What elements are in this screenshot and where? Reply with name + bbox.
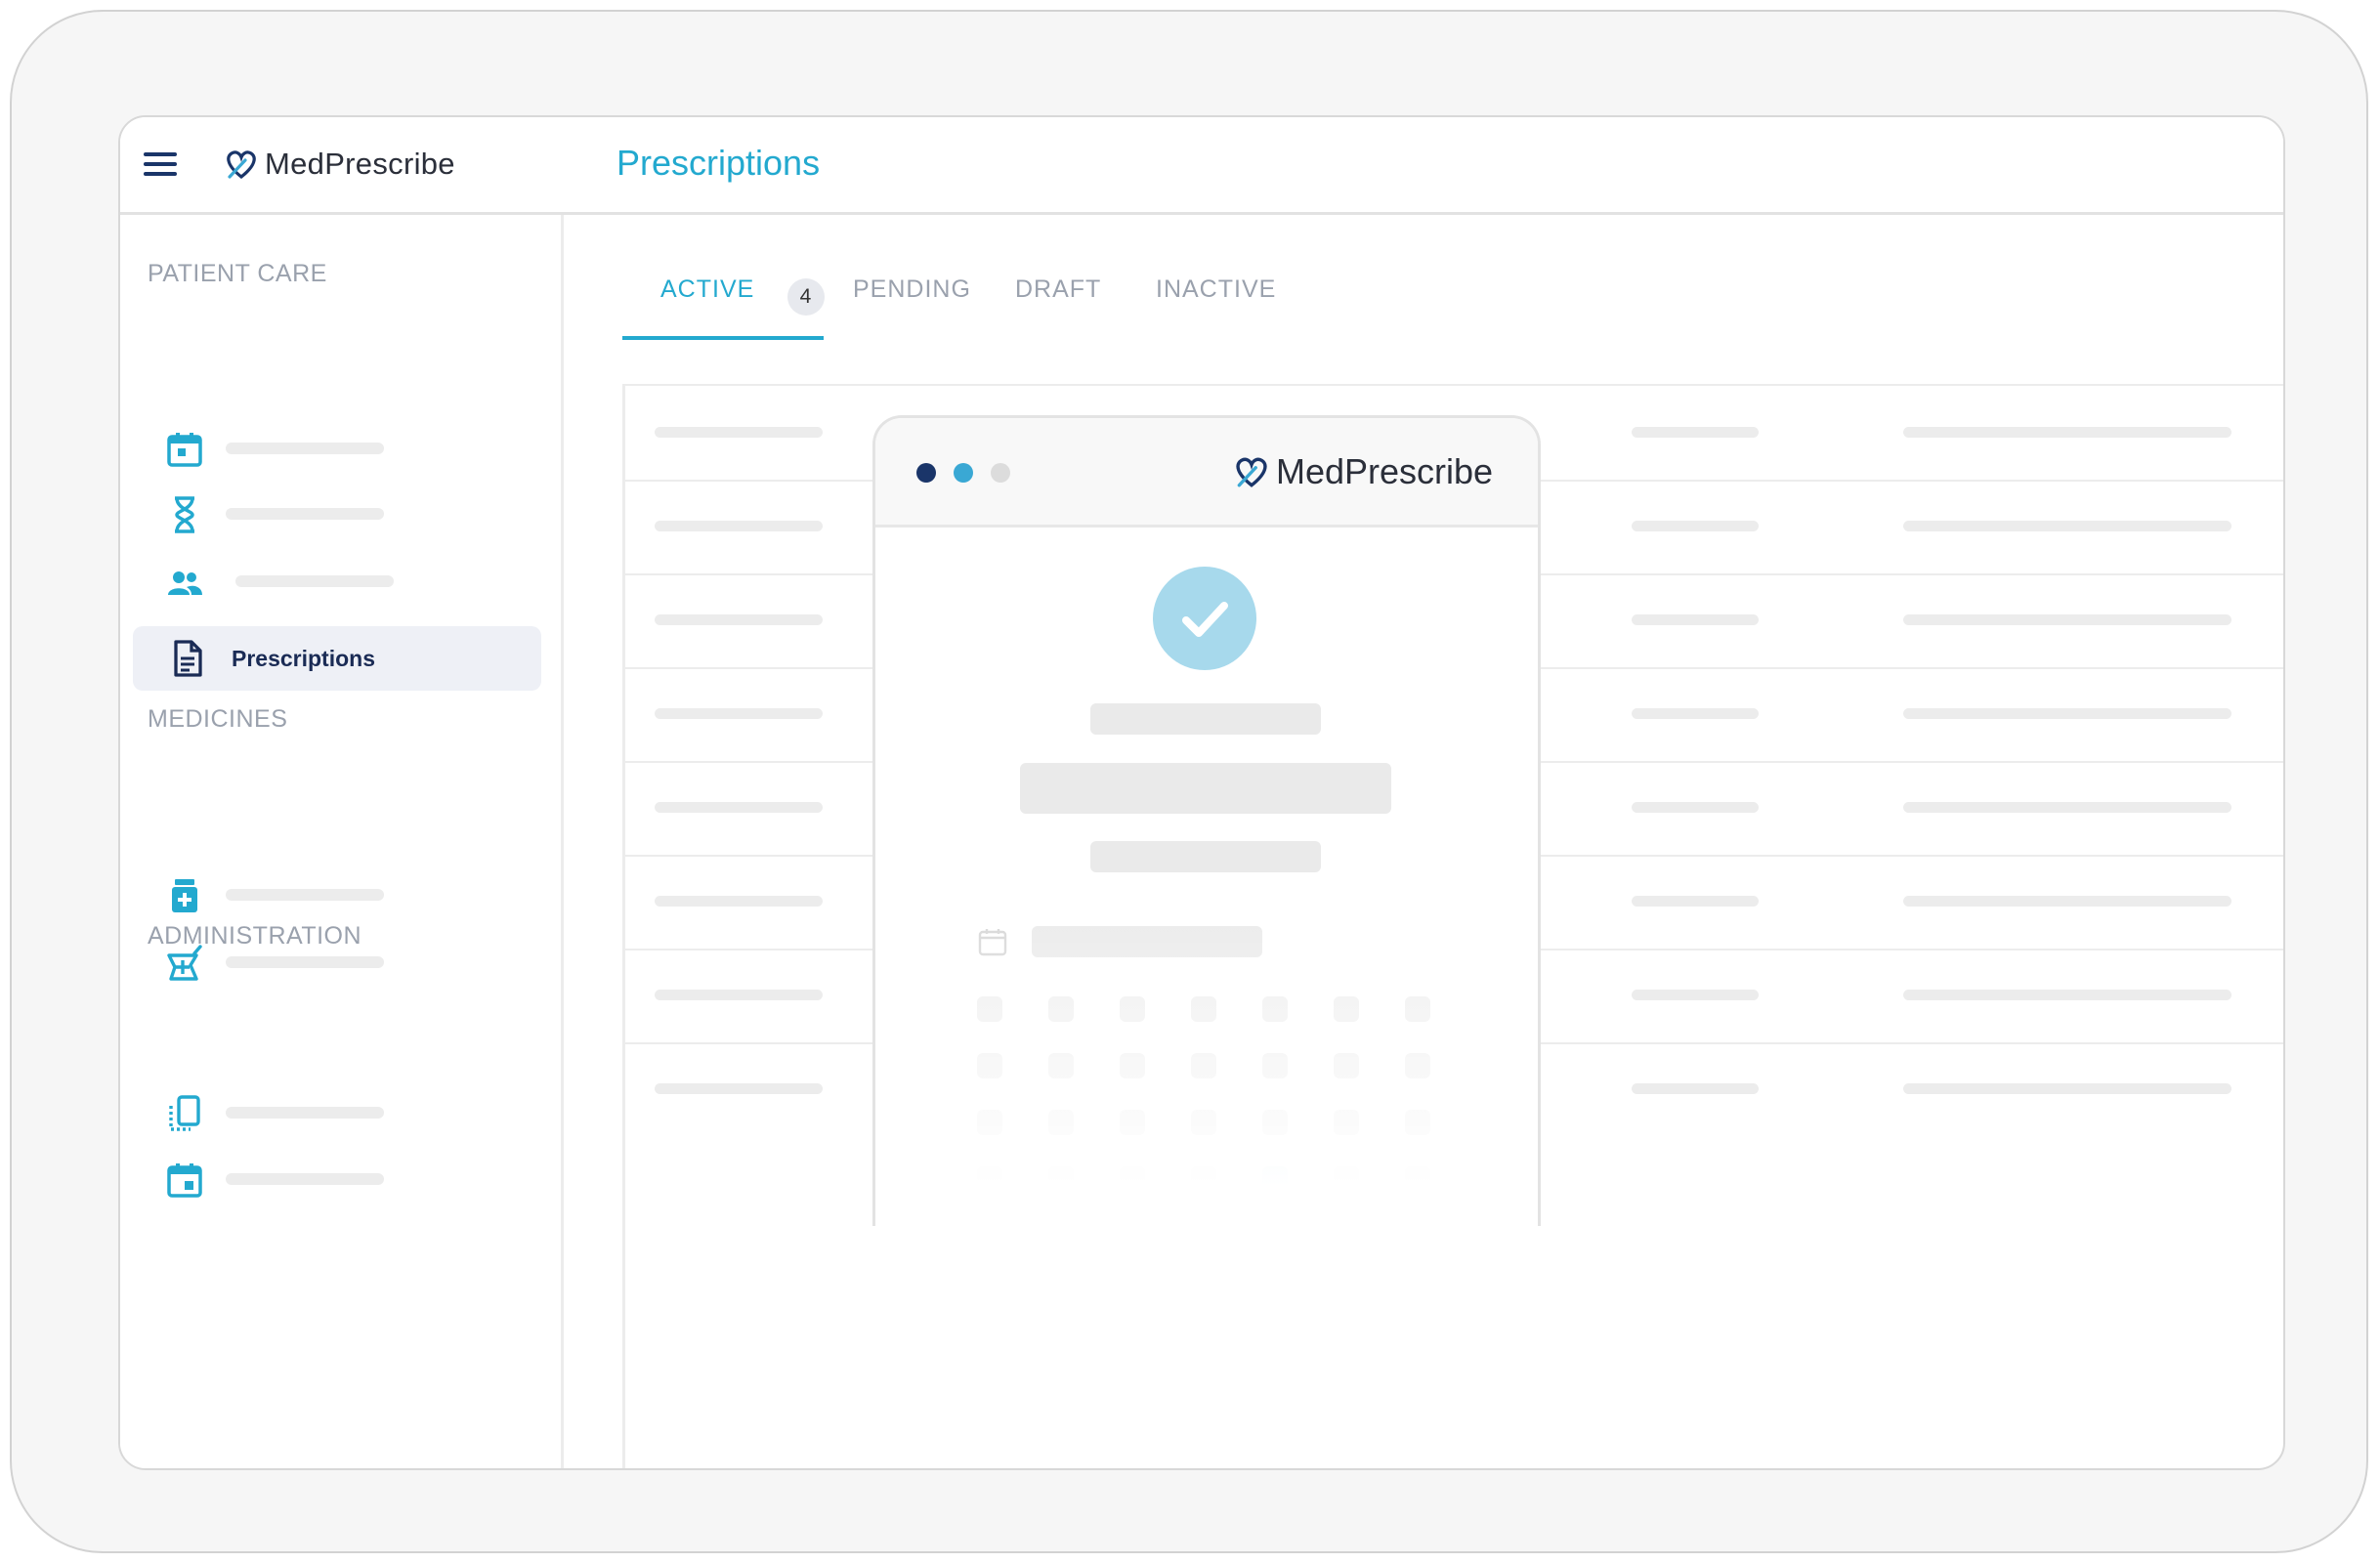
tab-active[interactable]: ACTIVE 4 — [660, 275, 825, 316]
window-dot-close-icon[interactable] — [916, 463, 936, 483]
sidebar-item-hourglass[interactable] — [148, 486, 470, 544]
section-label-administration: ADMINISTRATION — [148, 922, 362, 950]
placeholder-label — [235, 575, 394, 587]
success-check-icon — [1153, 567, 1256, 670]
app-name: MedPrescribe — [265, 147, 455, 181]
skeleton-title — [1090, 703, 1321, 735]
menu-icon[interactable] — [144, 152, 177, 176]
placeholder-label — [226, 443, 384, 454]
fade-overlay — [875, 894, 1538, 1226]
window-header: MedPrescribe — [875, 418, 1538, 528]
logo-icon — [227, 150, 256, 180]
placeholder-label — [226, 956, 384, 968]
skeleton-field — [1020, 763, 1391, 814]
placeholder-label — [226, 1173, 384, 1185]
logo-icon — [1236, 457, 1267, 487]
calendar-event-icon — [167, 1163, 202, 1198]
tablet-frame: MedPrescribe Prescriptions PATIENT CARE — [10, 10, 2368, 1553]
sidebar-item-devices[interactable] — [148, 1084, 470, 1143]
hourglass-icon — [175, 496, 194, 533]
skeleton-subtitle — [1090, 841, 1321, 872]
document-icon — [174, 640, 202, 677]
top-bar: MedPrescribe Prescriptions — [120, 117, 2283, 215]
device-icon — [169, 1095, 200, 1131]
section-label-medicines: MEDICINES — [148, 705, 288, 733]
people-icon — [168, 571, 202, 595]
window-dot-maximize-icon[interactable] — [991, 463, 1010, 483]
sidebar-item-schedule[interactable] — [148, 1151, 470, 1209]
page-title: Prescriptions — [616, 143, 821, 183]
placeholder-label — [226, 1107, 384, 1119]
brand-name: MedPrescribe — [1276, 451, 1494, 491]
window-dot-minimize-icon[interactable] — [954, 463, 973, 483]
tab-pending[interactable]: PENDING — [853, 275, 971, 304]
placeholder-label — [226, 889, 384, 901]
tab-inactive[interactable]: INACTIVE — [1156, 275, 1276, 304]
tab-label: ACTIVE — [660, 275, 755, 303]
medicine-bottle-icon — [172, 879, 197, 912]
tab-draft[interactable]: DRAFT — [1015, 275, 1101, 304]
sidebar-item-label: Prescriptions — [232, 646, 375, 671]
sidebar-item-prescriptions[interactable]: Prescriptions — [133, 626, 541, 691]
section-label-patient-care: PATIENT CARE — [148, 260, 327, 287]
confirmation-window: MedPrescribe — [872, 415, 1541, 1226]
sidebar: PATIENT CARE Prescriptions MEDICINES ADM… — [120, 215, 564, 1468]
tab-count-badge: 4 — [787, 278, 825, 316]
active-tab-indicator — [622, 336, 824, 340]
calendar-icon — [167, 433, 202, 467]
app-screen: MedPrescribe Prescriptions PATIENT CARE — [118, 115, 2285, 1470]
sidebar-item-calendar[interactable] — [148, 420, 470, 479]
sidebar-item-patients[interactable] — [148, 553, 470, 612]
sidebar-item-medicines[interactable] — [148, 866, 470, 925]
placeholder-label — [226, 508, 384, 520]
